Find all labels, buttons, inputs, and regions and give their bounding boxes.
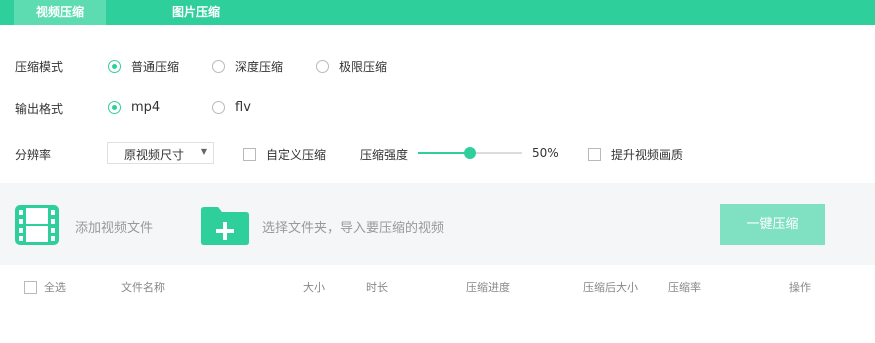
checkbox-icon bbox=[243, 148, 256, 161]
column-header-actions: 操作 bbox=[789, 281, 811, 294]
import-folder-button[interactable] bbox=[201, 205, 249, 245]
compress-mode-label: 压缩模式 bbox=[15, 60, 64, 74]
checkbox-icon bbox=[24, 280, 37, 294]
enhance-quality-checkbox[interactable]: 提升视频画质 bbox=[588, 146, 683, 163]
resolution-select-value: 原视频尺寸 bbox=[124, 148, 185, 162]
compress-strength-slider[interactable] bbox=[418, 147, 522, 159]
radio-dot-icon bbox=[108, 101, 121, 114]
radio-normal-compress-label: 普通压缩 bbox=[131, 60, 180, 74]
compress-strength-value: 50% bbox=[532, 146, 559, 160]
checkbox-icon bbox=[588, 148, 601, 161]
film-icon bbox=[15, 205, 59, 245]
radio-dot-icon bbox=[212, 101, 225, 114]
add-video-file-button[interactable] bbox=[15, 205, 59, 245]
radio-dot-icon bbox=[108, 60, 121, 73]
file-action-band: 添加视频文件 选择文件夹，导入要压缩的视频 一键压缩 bbox=[0, 183, 875, 265]
slider-fill bbox=[418, 152, 470, 154]
slider-thumb[interactable] bbox=[464, 147, 476, 159]
resolution-row: 分辨率 原视频尺寸 ▼ 自定义压缩 压缩强度 50% 提升视频画质 bbox=[0, 142, 875, 166]
radio-dot-icon bbox=[212, 60, 225, 73]
radio-deep-compress-label: 深度压缩 bbox=[235, 60, 284, 74]
output-format-row: 输出格式 mp4 flv bbox=[0, 98, 875, 118]
radio-extreme-compress[interactable]: 极限压缩 bbox=[316, 58, 387, 75]
caret-down-icon: ▼ bbox=[200, 147, 207, 156]
file-table-header: 全选 文件名称 大小 时长 压缩进度 压缩后大小 压缩率 操作 bbox=[0, 276, 875, 296]
compress-strength-label: 压缩强度 bbox=[360, 148, 409, 162]
tab-image-compress[interactable]: 图片压缩 bbox=[150, 0, 242, 25]
add-video-file-label[interactable]: 添加视频文件 bbox=[75, 217, 153, 236]
resolution-label: 分辨率 bbox=[15, 148, 52, 162]
radio-flv-label: flv bbox=[235, 100, 251, 115]
one-click-compress-button[interactable]: 一键压缩 bbox=[720, 204, 825, 245]
tab-video-compress[interactable]: 视频压缩 bbox=[14, 0, 106, 25]
column-header-size: 大小 bbox=[303, 281, 325, 294]
custom-compress-checkbox[interactable]: 自定义压缩 bbox=[243, 146, 326, 163]
import-folder-label[interactable]: 选择文件夹，导入要压缩的视频 bbox=[262, 217, 444, 236]
output-format-label: 输出格式 bbox=[15, 102, 64, 116]
column-header-duration: 时长 bbox=[366, 281, 388, 294]
radio-dot-icon bbox=[316, 60, 329, 73]
radio-normal-compress[interactable]: 普通压缩 bbox=[108, 58, 179, 75]
column-header-file-name: 文件名称 bbox=[121, 281, 165, 294]
custom-compress-label: 自定义压缩 bbox=[266, 148, 327, 162]
compress-mode-row: 压缩模式 普通压缩 深度压缩 极限压缩 bbox=[0, 56, 875, 76]
radio-extreme-compress-label: 极限压缩 bbox=[339, 60, 388, 74]
column-header-progress: 压缩进度 bbox=[466, 281, 510, 294]
select-all-label: 全选 bbox=[44, 281, 66, 294]
column-header-compress-ratio: 压缩率 bbox=[668, 281, 701, 294]
folder-plus-icon bbox=[201, 207, 249, 245]
radio-mp4-label: mp4 bbox=[131, 100, 161, 115]
radio-deep-compress[interactable]: 深度压缩 bbox=[212, 58, 283, 75]
radio-flv[interactable]: flv bbox=[212, 100, 251, 115]
select-all-checkbox[interactable]: 全选 bbox=[24, 279, 66, 295]
enhance-quality-label: 提升视频画质 bbox=[611, 148, 684, 162]
column-header-compressed-size: 压缩后大小 bbox=[583, 281, 638, 294]
resolution-select[interactable]: 原视频尺寸 ▼ bbox=[107, 142, 214, 164]
radio-mp4[interactable]: mp4 bbox=[108, 100, 160, 115]
tab-bar: 视频压缩 图片压缩 bbox=[0, 0, 875, 25]
